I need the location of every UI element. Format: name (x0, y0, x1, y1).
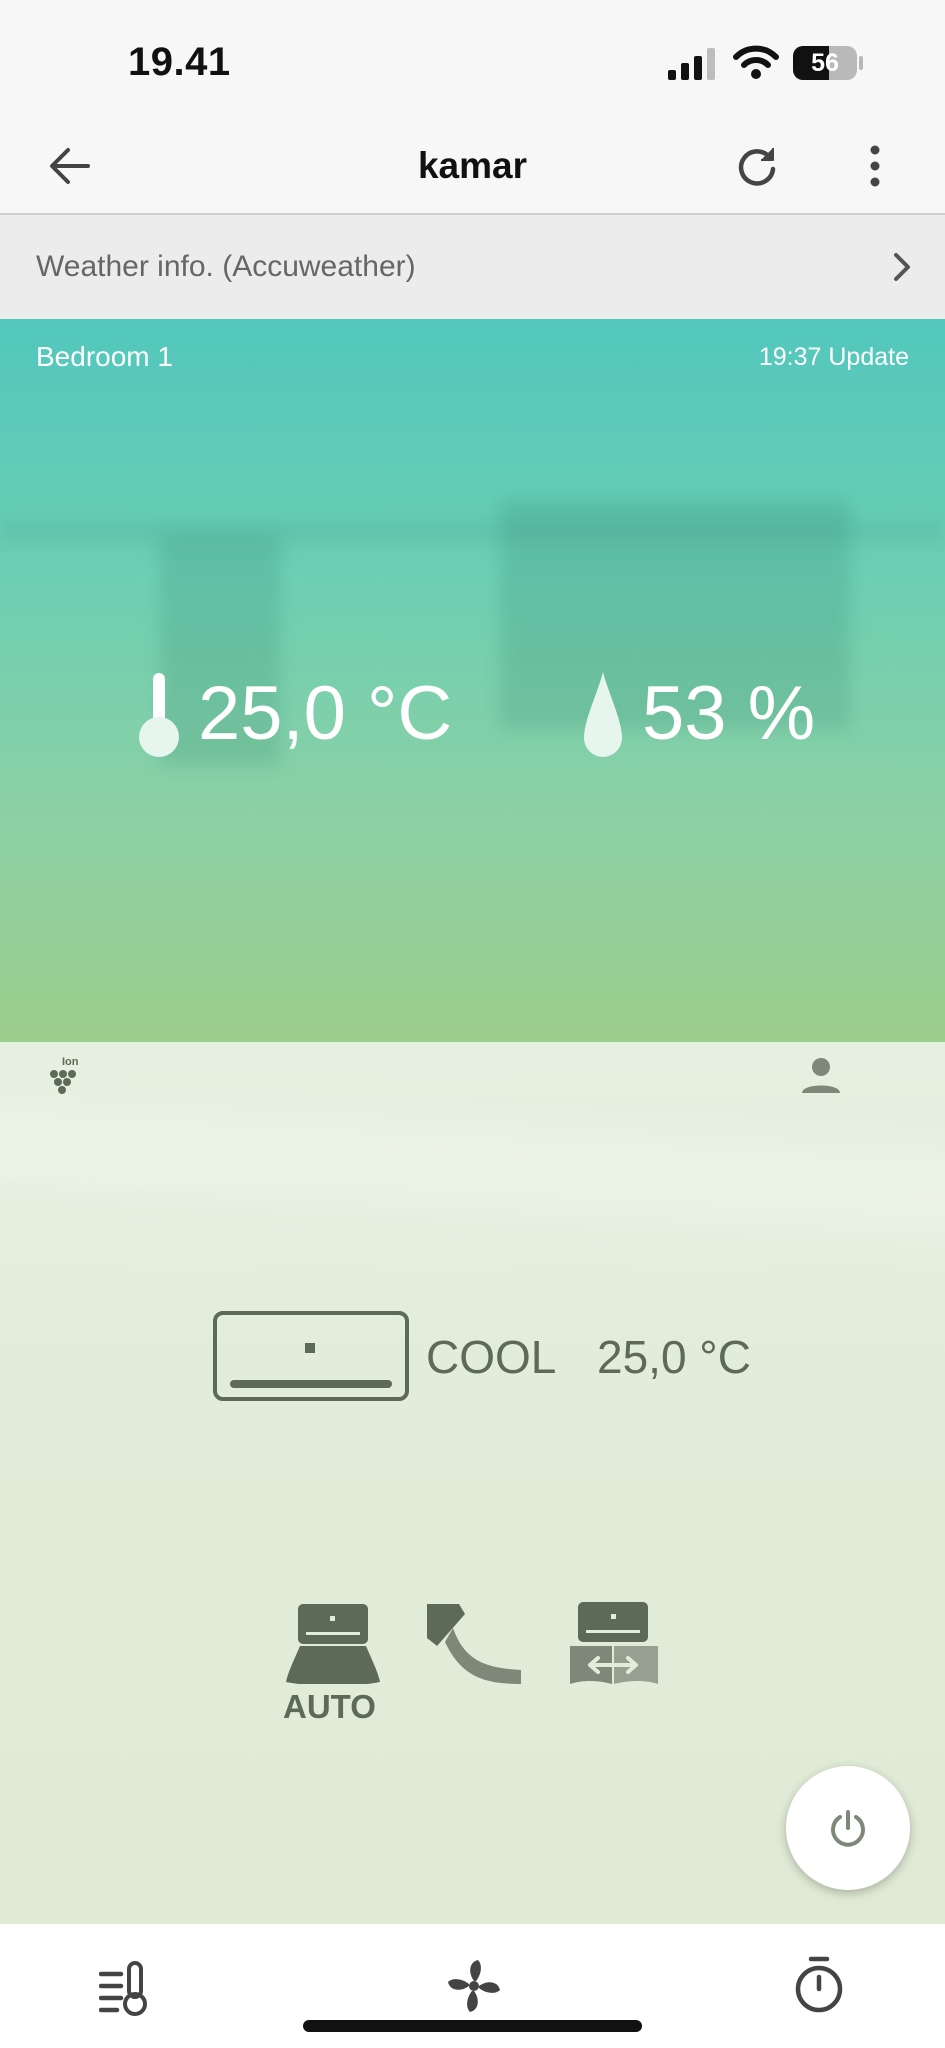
wifi-icon (733, 45, 779, 79)
power-icon (831, 1810, 865, 1847)
indoor-unit-icon (213, 1311, 409, 1401)
room-temperature: 25,0 °C (198, 671, 453, 756)
update-time: 19:37 Update (758, 343, 909, 371)
temperature-list-icon[interactable] (99, 1960, 155, 2016)
person-icon[interactable] (800, 1057, 842, 1095)
ion-label: Ion (62, 1056, 79, 1068)
fan-auto-icon[interactable] (286, 1602, 380, 1684)
refresh-icon[interactable] (734, 143, 780, 189)
home-indicator (303, 2020, 642, 2032)
set-temperature[interactable]: 25,0 °C (597, 1330, 751, 1384)
thermometer-icon (139, 673, 179, 757)
cellular-signal-icon (668, 48, 715, 80)
fan-icon[interactable] (445, 1957, 503, 2015)
timer-icon[interactable] (794, 1955, 844, 2015)
more-vert-icon[interactable] (866, 144, 884, 188)
ion-icon[interactable]: Ion (46, 1054, 90, 1100)
chevron-right-icon[interactable] (893, 252, 911, 282)
mode-label[interactable]: COOL (426, 1330, 556, 1384)
swing-icon[interactable] (568, 1600, 660, 1686)
weather-info-label: Weather info. (Accuweather) (36, 250, 416, 283)
battery-icon: 56 (793, 46, 857, 80)
droplet-icon (584, 672, 622, 757)
power-button[interactable] (786, 1766, 910, 1890)
status-time: 19.41 (128, 40, 231, 84)
page-title: kamar (417, 145, 528, 186)
airflow-direction-icon[interactable] (425, 1602, 523, 1686)
room-humidity: 53 % (642, 671, 816, 756)
fan-speed-label: AUTO (283, 1688, 376, 1725)
battery-level: 56 (811, 49, 839, 77)
battery-cap (859, 56, 863, 70)
room-name: Bedroom 1 (36, 341, 173, 372)
